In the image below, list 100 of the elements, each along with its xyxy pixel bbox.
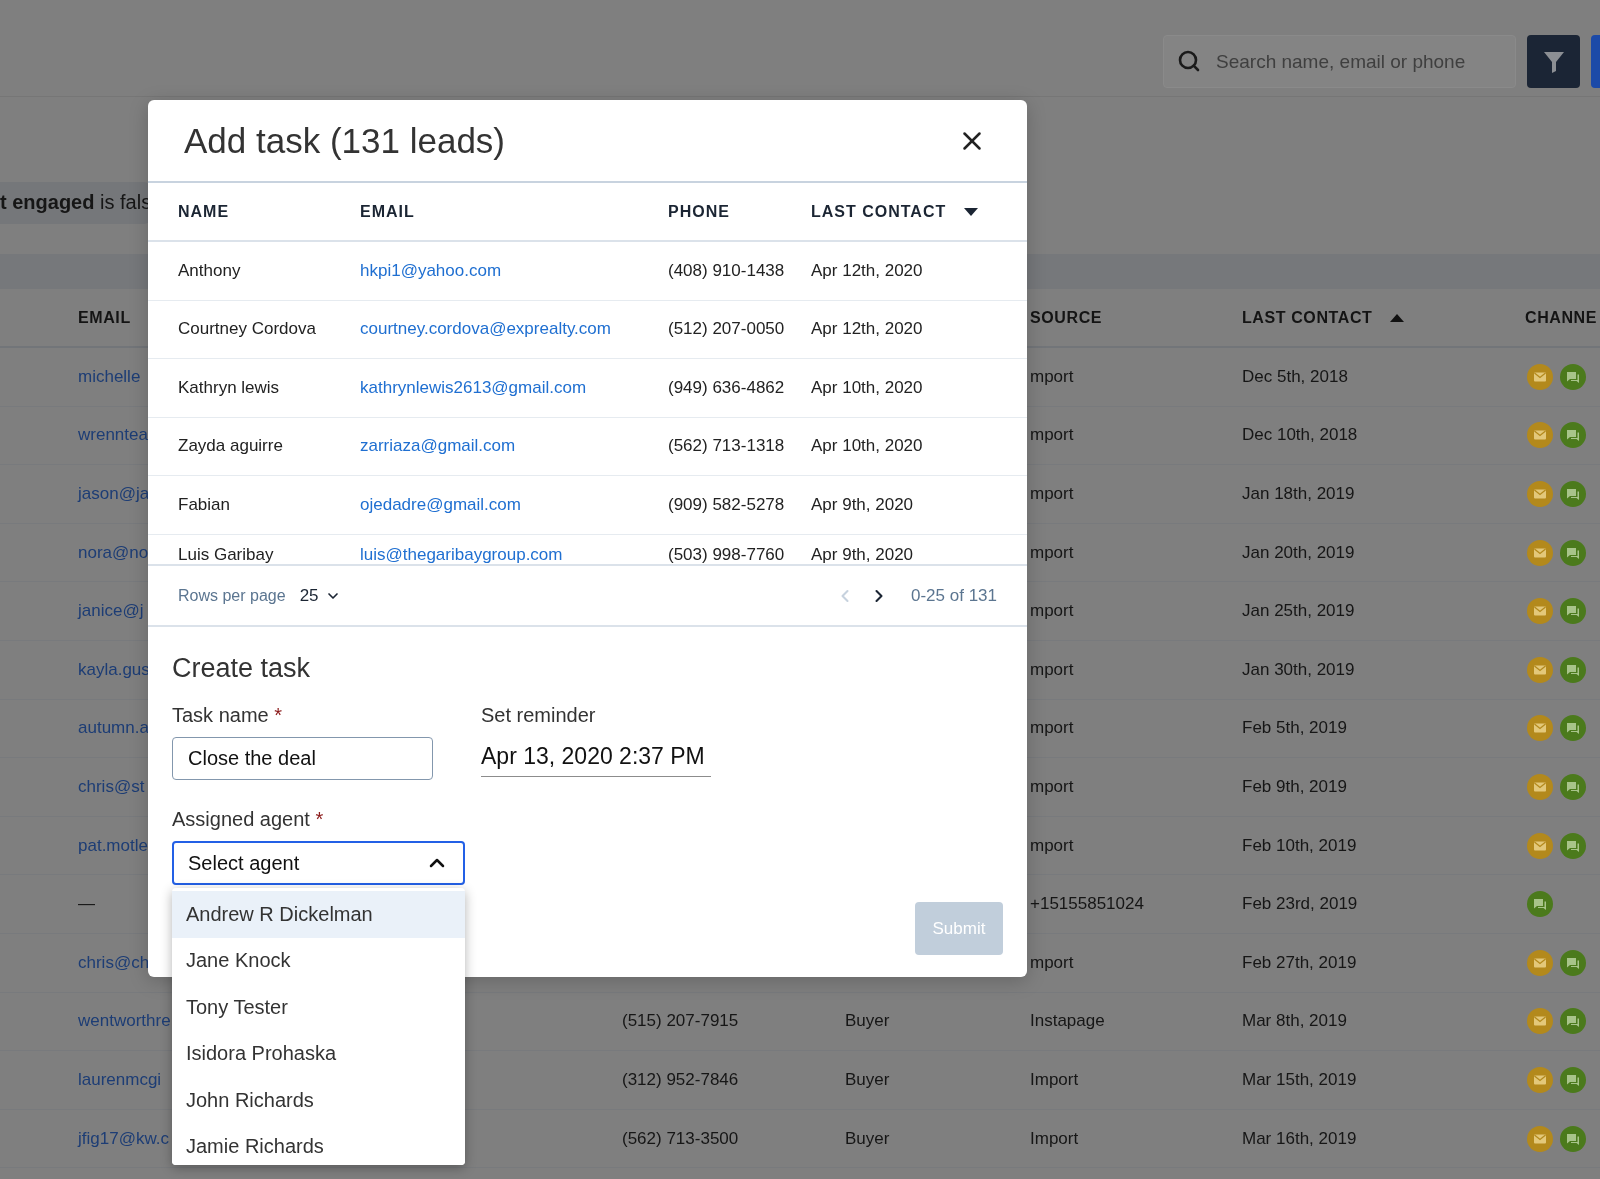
sort-up-icon[interactable] xyxy=(1390,313,1405,322)
table-cell: (408) 910-1438 xyxy=(668,260,785,281)
table-cell: (909) 582-5278 xyxy=(668,494,785,515)
chat-icon[interactable] xyxy=(1560,539,1586,566)
email-link[interactable]: courtney.cordova@exprealty.com xyxy=(360,319,611,340)
filter-button[interactable] xyxy=(1527,35,1580,88)
column-header[interactable]: LAST CONTACT xyxy=(1242,308,1373,327)
table-cell: Dec 5th, 2018 xyxy=(1242,366,1348,387)
column-header[interactable]: PHONE xyxy=(668,202,730,221)
table-cell: Apr 10th, 2020 xyxy=(811,436,923,457)
email-link[interactable]: wentworthre xyxy=(78,1011,171,1032)
table-cell: mport xyxy=(1030,776,1074,797)
table-cell: (515) 207-7915 xyxy=(622,1011,739,1032)
funnel-icon xyxy=(1542,49,1565,74)
table-cell: Feb 5th, 2019 xyxy=(1242,718,1347,739)
table-cell: Feb 23rd, 2019 xyxy=(1242,894,1358,915)
mail-icon[interactable] xyxy=(1527,363,1553,390)
column-header[interactable]: EMAIL xyxy=(360,202,415,221)
mail-icon[interactable] xyxy=(1527,481,1553,507)
email-link[interactable]: zarriaza@gmail.com xyxy=(360,436,516,457)
table-cell: mport xyxy=(1030,542,1074,563)
email-link[interactable]: pat.motle xyxy=(78,835,148,856)
table-cell: — xyxy=(78,894,95,915)
chat-icon[interactable] xyxy=(1560,363,1586,390)
chat-icon[interactable] xyxy=(1560,656,1586,683)
table-cell: Mar 16th, 2019 xyxy=(1242,1128,1357,1149)
chat-icon[interactable] xyxy=(1560,598,1586,625)
email-link[interactable]: laurenmcgi xyxy=(78,1069,162,1090)
rows-per-page-select[interactable]: 25 xyxy=(299,585,341,606)
agent-select[interactable]: Select agent xyxy=(172,841,465,885)
chat-icon[interactable] xyxy=(1560,1066,1586,1093)
email-link[interactable]: autumn.a xyxy=(78,718,149,739)
column-header[interactable]: EMAIL xyxy=(78,308,131,327)
table-cell: mport xyxy=(1030,718,1074,739)
table-cell: Buyer xyxy=(845,1011,890,1032)
column-header[interactable]: NAME xyxy=(178,202,230,221)
table-cell: (562) 713-3500 xyxy=(622,1128,739,1149)
table-cell: Jan 18th, 2019 xyxy=(1242,484,1355,504)
search-field[interactable]: Search name, email or phone xyxy=(1163,35,1516,88)
email-link[interactable]: luis@thegaribaygroup.com xyxy=(360,544,563,564)
email-link[interactable]: chris@ch xyxy=(78,952,150,973)
email-link[interactable]: michelle xyxy=(78,366,141,387)
chat-icon[interactable] xyxy=(1560,422,1586,449)
chat-icon[interactable] xyxy=(1560,1125,1586,1152)
column-header[interactable]: LAST CONTACT xyxy=(811,202,947,221)
table-cell: Buyer xyxy=(845,1128,890,1149)
agent-option[interactable]: Isidora Prohaska xyxy=(172,1030,465,1077)
table-cell: Feb 27th, 2019 xyxy=(1242,952,1357,973)
agent-option[interactable]: Jane Knock xyxy=(172,937,465,984)
email-link[interactable]: jason@ja xyxy=(78,484,150,504)
mail-icon[interactable] xyxy=(1527,949,1553,976)
table-cell: mport xyxy=(1030,835,1074,856)
email-link[interactable]: jfig17@kw.c xyxy=(78,1128,169,1149)
section-title: Create task xyxy=(172,653,312,684)
agent-option[interactable]: John Richards xyxy=(172,1077,465,1124)
mail-icon[interactable] xyxy=(1527,1066,1553,1093)
mail-icon[interactable] xyxy=(1527,773,1553,800)
sort-down-icon[interactable] xyxy=(964,207,979,216)
table-cell: Apr 12th, 2020 xyxy=(811,319,923,340)
table-cell: Zayda aguirre xyxy=(178,436,283,457)
agent-option[interactable]: Andrew R Dickelman xyxy=(172,891,465,938)
table-cell: mport xyxy=(1030,601,1074,622)
column-header[interactable]: SOURCE xyxy=(1030,308,1103,327)
email-link[interactable]: kayla.gus xyxy=(78,659,150,680)
chat-icon[interactable] xyxy=(1560,832,1586,859)
chat-icon[interactable] xyxy=(1560,1008,1586,1035)
chat-icon[interactable] xyxy=(1560,481,1586,507)
agent-option[interactable]: Tony Tester xyxy=(172,984,465,1031)
mail-icon[interactable] xyxy=(1527,539,1553,566)
table-cell: (512) 207-0050 xyxy=(668,319,785,340)
email-link[interactable]: wrenntea xyxy=(78,425,148,446)
table-cell: Apr 9th, 2020 xyxy=(811,544,914,564)
mail-icon[interactable] xyxy=(1527,1008,1553,1035)
mail-icon[interactable] xyxy=(1527,598,1553,625)
chat-icon[interactable] xyxy=(1527,891,1553,918)
email-link[interactable]: kathrynlewis2613@gmail.com xyxy=(360,377,587,398)
email-link[interactable]: chris@st xyxy=(78,776,145,797)
email-link[interactable]: nora@no xyxy=(78,542,149,563)
email-link[interactable]: hkpi1@yahoo.com xyxy=(360,260,502,281)
mail-icon[interactable] xyxy=(1527,422,1553,449)
agent-option[interactable]: Jamie Richards xyxy=(172,1123,465,1165)
table-cell: Courtney Cordova xyxy=(178,319,316,340)
chat-icon[interactable] xyxy=(1560,715,1586,742)
table-cell: Kathryn lewis xyxy=(178,377,280,398)
field-label: Set reminder xyxy=(481,704,597,727)
task-name-input[interactable]: Close the deal xyxy=(172,737,433,780)
mail-icon[interactable] xyxy=(1527,656,1553,683)
table-cell: (312) 952-7846 xyxy=(622,1069,739,1090)
chat-icon[interactable] xyxy=(1560,773,1586,800)
email-link[interactable]: ojedadre@gmail.com xyxy=(360,494,521,515)
mail-icon[interactable] xyxy=(1527,832,1553,859)
email-link[interactable]: janice@j xyxy=(78,601,144,622)
table-cell: Anthony xyxy=(178,260,241,281)
table-cell: Feb 9th, 2019 xyxy=(1242,776,1347,797)
column-header[interactable]: CHANNE xyxy=(1525,308,1598,327)
table-cell: Luis Garibay xyxy=(178,544,274,564)
table-cell: Jan 25th, 2019 xyxy=(1242,601,1355,622)
chat-icon[interactable] xyxy=(1560,949,1586,976)
mail-icon[interactable] xyxy=(1527,1125,1553,1152)
mail-icon[interactable] xyxy=(1527,715,1553,742)
